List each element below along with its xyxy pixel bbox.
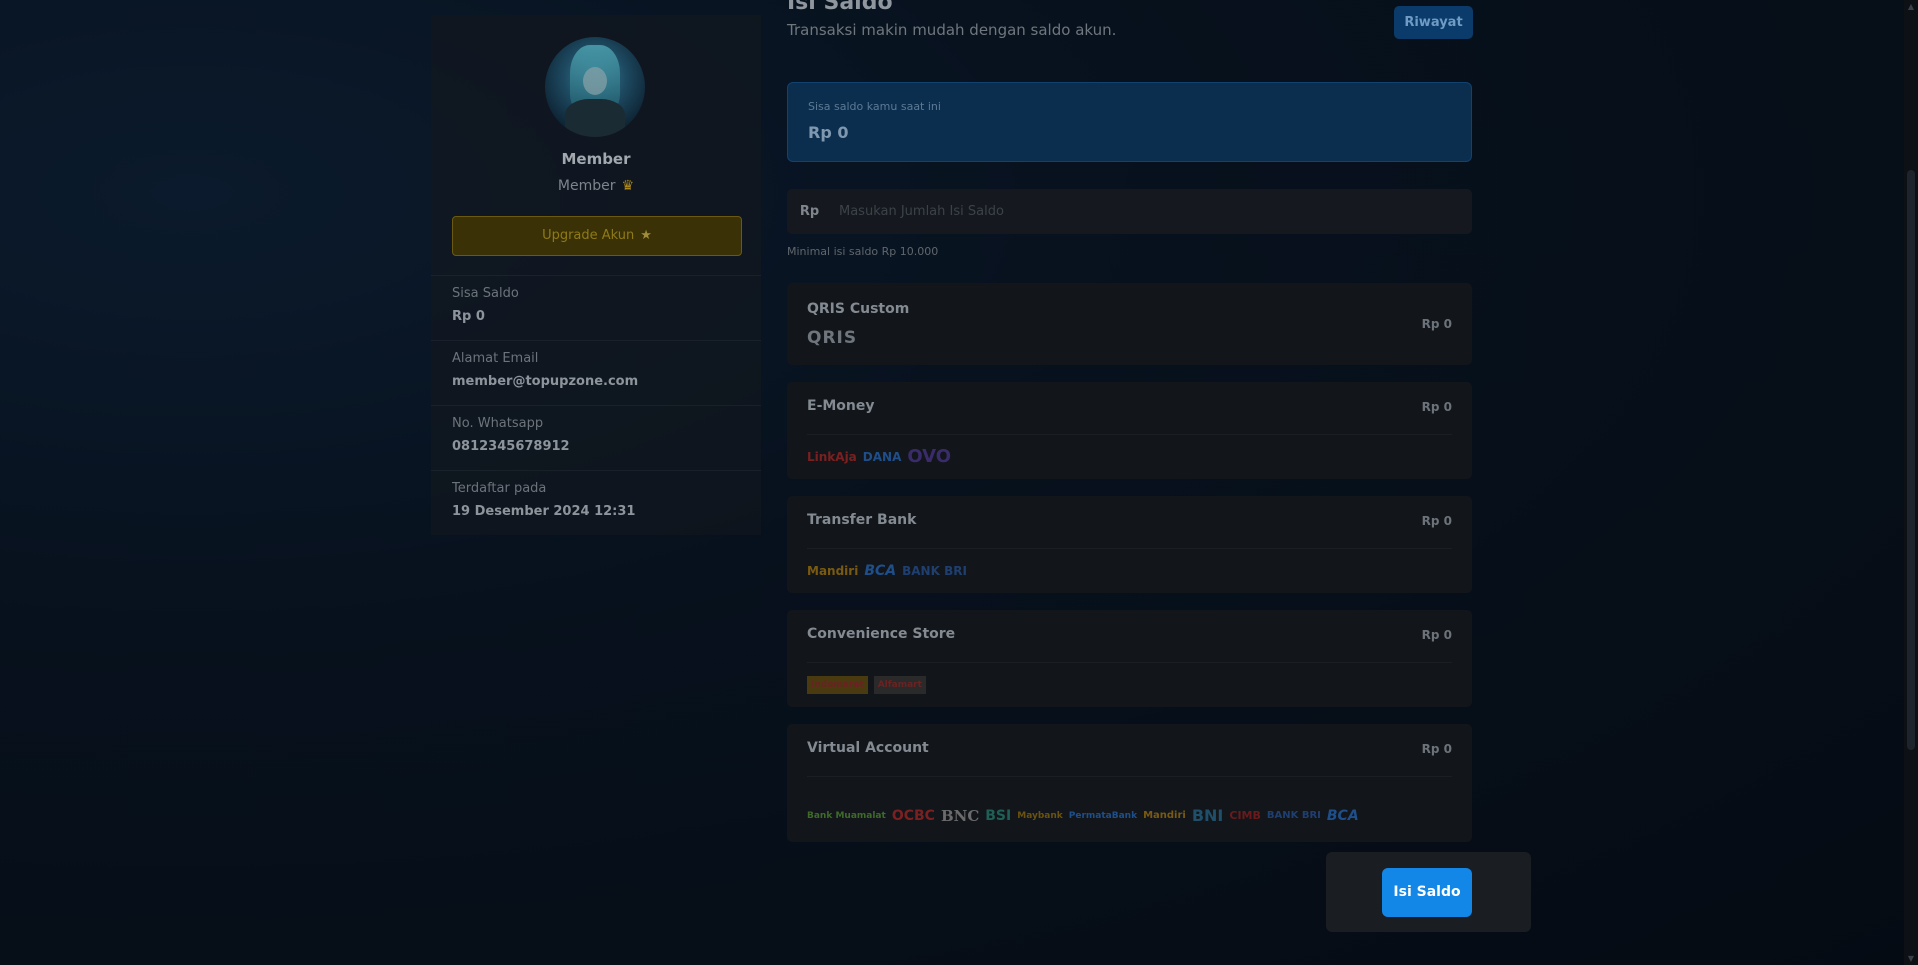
payment-method-price: Rp 0 xyxy=(1421,400,1452,414)
payment-logos: LinkAja DANA OVO xyxy=(807,434,1452,479)
payment-method-title: Transfer Bank xyxy=(807,512,917,528)
payment-logos: Mandiri BCA BANK BRI xyxy=(807,548,1452,593)
scrollbar[interactable]: ▲ ▼ xyxy=(1904,0,1918,965)
bca-logo: BCA xyxy=(864,563,897,579)
payment-method-convenience-store[interactable]: Convenience Store Rp 0 Indomaret Alfamar… xyxy=(787,610,1472,707)
bri-logo: BANK BRI xyxy=(1266,809,1321,821)
star-icon: ★ xyxy=(640,228,652,243)
scroll-up-icon[interactable]: ▲ xyxy=(1904,2,1918,11)
bca-logo: BCA xyxy=(1326,807,1359,824)
balance-label: Sisa saldo kamu saat ini xyxy=(808,100,941,113)
cimb-logo: CIMB xyxy=(1229,808,1261,822)
submit-topup-button[interactable]: Isi Saldo xyxy=(1382,868,1472,917)
bnc-logo: BNC xyxy=(940,806,980,825)
maybank-logo: Maybank xyxy=(1017,810,1063,821)
bni-logo: BNI xyxy=(1191,805,1224,825)
info-row-registered: Terdaftar pada 19 Desember 2024 12:31 xyxy=(431,470,761,535)
payment-method-title: E-Money xyxy=(807,398,875,414)
balance-value: Rp 0 xyxy=(808,123,849,142)
info-value: member@topupzone.com xyxy=(452,374,639,389)
payment-method-price: Rp 0 xyxy=(1421,514,1452,528)
muamalat-logo: Bank Muamalat xyxy=(807,810,886,821)
upgrade-account-label: Upgrade Akun xyxy=(542,228,635,243)
qris-logo: QRIS xyxy=(807,328,858,348)
currency-prefix: Rp xyxy=(799,204,820,219)
info-row-whatsapp: No. Whatsapp 0812345678912 xyxy=(431,405,761,470)
info-value: 19 Desember 2024 12:31 xyxy=(452,504,636,519)
mandiri-logo: Mandiri xyxy=(1143,809,1186,821)
upgrade-account-button[interactable]: Upgrade Akun ★ xyxy=(452,216,742,256)
info-label: Alamat Email xyxy=(452,351,539,366)
alfamart-logo: Alfamart xyxy=(873,676,926,694)
payment-logos: Bank Muamalat OCBC BNC BSI Maybank Perma… xyxy=(807,776,1452,842)
scroll-down-icon[interactable]: ▼ xyxy=(1904,954,1918,963)
profile-name: Member xyxy=(561,150,631,168)
payment-method-virtual-account[interactable]: Virtual Account Rp 0 Bank Muamalat OCBC … xyxy=(787,724,1472,842)
crown-icon: ♛ xyxy=(621,178,635,194)
ovo-logo: OVO xyxy=(907,446,952,467)
payment-logos: Indomaret Alfamart xyxy=(807,662,1452,707)
scrollbar-thumb[interactable] xyxy=(1907,170,1915,750)
payment-method-title: Convenience Store xyxy=(807,626,956,642)
main-content: Isi Saldo Transaksi makin mudah dengan s… xyxy=(787,0,1473,965)
amount-input[interactable] xyxy=(839,195,1459,228)
info-label: No. Whatsapp xyxy=(452,416,544,431)
submit-panel: Isi Saldo xyxy=(1326,852,1531,932)
indomaret-logo: Indomaret xyxy=(807,676,868,694)
amount-field: Rp xyxy=(787,189,1472,234)
payment-method-qris[interactable]: QRIS Custom QRIS Rp 0 xyxy=(787,283,1472,365)
payment-method-price: Rp 0 xyxy=(1421,317,1452,331)
info-value: 0812345678912 xyxy=(452,439,570,454)
info-row-email: Alamat Email member@topupzone.com xyxy=(431,340,761,405)
payment-method-price: Rp 0 xyxy=(1421,742,1452,756)
page-subtitle: Transaksi makin mudah dengan saldo akun. xyxy=(787,21,1117,39)
ocbc-logo: OCBC xyxy=(891,807,935,824)
info-label: Sisa Saldo xyxy=(452,286,519,301)
minimum-note: Minimal isi saldo Rp 10.000 xyxy=(787,245,939,258)
mandiri-logo: Mandiri xyxy=(807,564,859,578)
profile-role-label: Member xyxy=(557,178,616,194)
payment-method-title: Virtual Account xyxy=(807,740,929,756)
info-row-balance: Sisa Saldo Rp 0 xyxy=(431,275,761,340)
linkaja-logo: LinkAja xyxy=(807,450,857,464)
permata-logo: PermataBank xyxy=(1068,810,1138,821)
dana-logo: DANA xyxy=(862,450,902,464)
info-value: Rp 0 xyxy=(452,309,485,324)
page-title: Isi Saldo xyxy=(787,0,893,15)
bri-logo: BANK BRI xyxy=(902,564,967,578)
info-label: Terdaftar pada xyxy=(452,481,547,496)
bsi-logo: BSI xyxy=(985,807,1012,824)
payment-method-title: QRIS Custom xyxy=(807,301,910,317)
payment-method-price: Rp 0 xyxy=(1421,628,1452,642)
payment-method-emoney[interactable]: E-Money Rp 0 LinkAja DANA OVO xyxy=(787,382,1472,479)
payment-method-transfer-bank[interactable]: Transfer Bank Rp 0 Mandiri BCA BANK BRI xyxy=(787,496,1472,593)
avatar xyxy=(545,37,645,137)
profile-panel: Member Member ♛ Upgrade Akun ★ Sisa Saldo … xyxy=(431,15,761,535)
balance-card: Sisa saldo kamu saat ini Rp 0 xyxy=(787,82,1472,162)
history-button[interactable]: Riwayat xyxy=(1394,6,1473,39)
profile-role: Member ♛ xyxy=(431,178,761,194)
